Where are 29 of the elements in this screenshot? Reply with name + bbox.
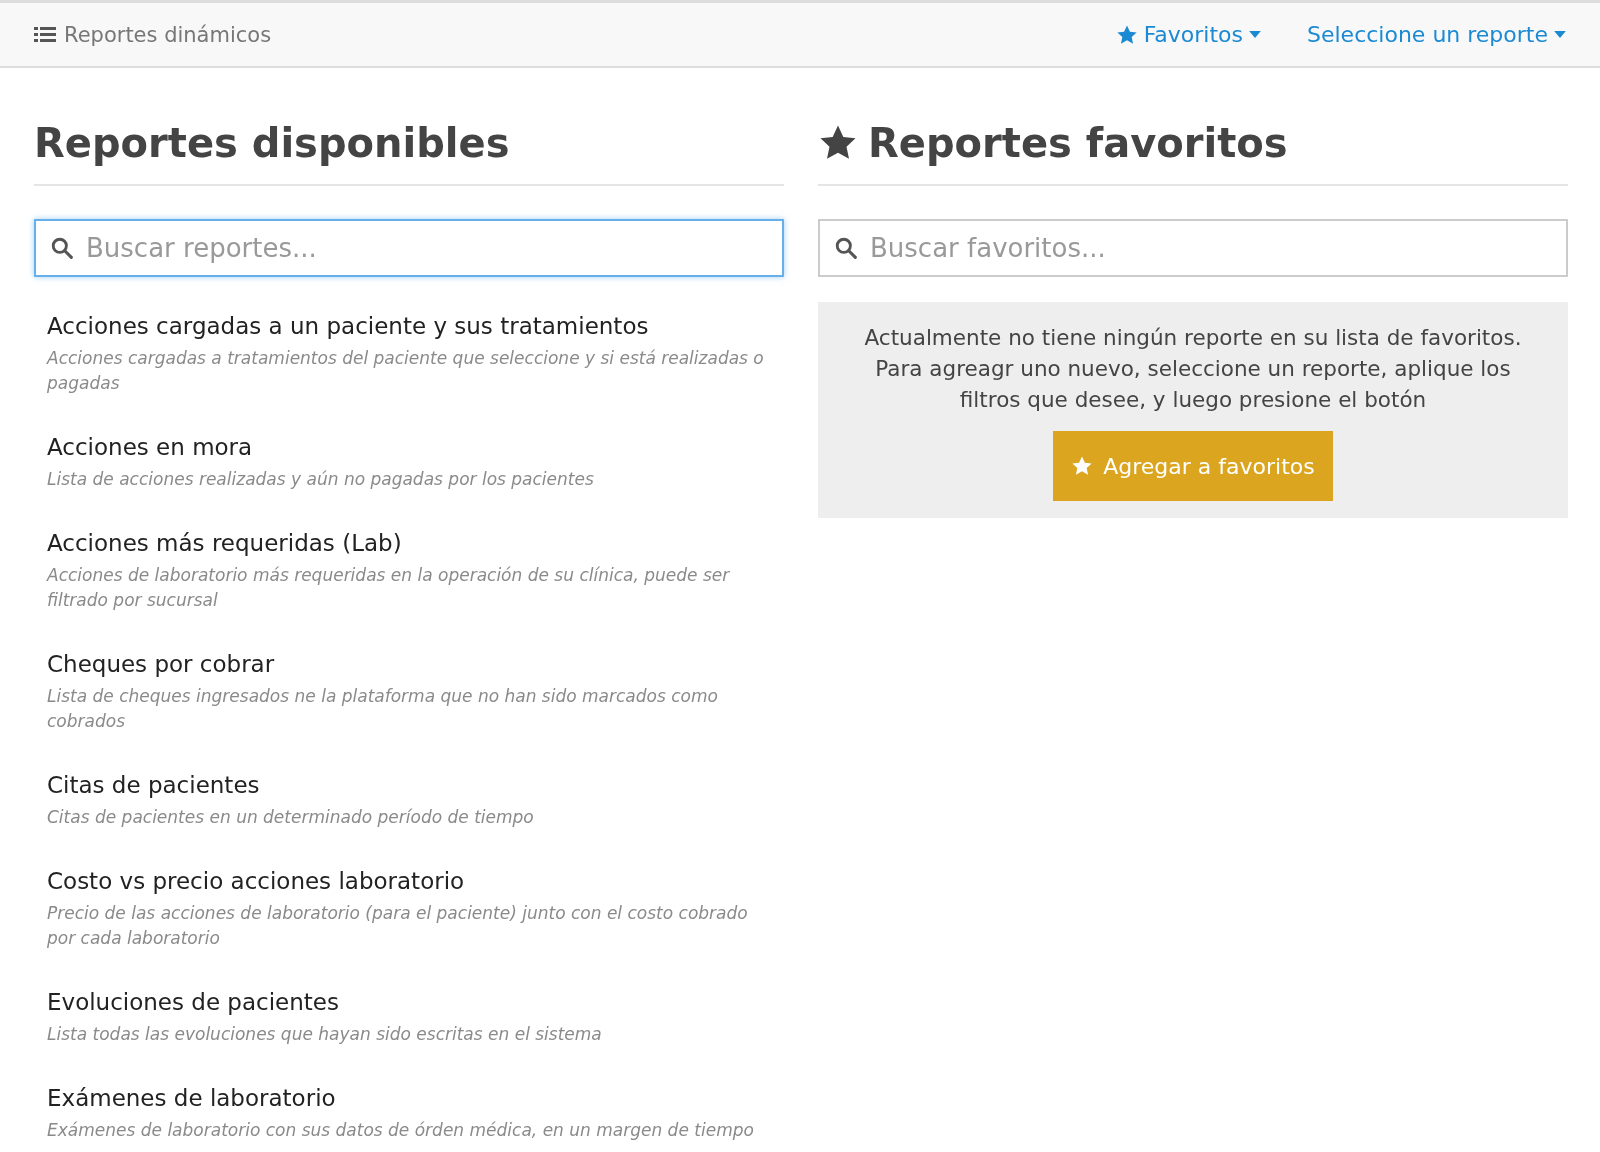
report-title[interactable]: Exámenes de laboratorio: [47, 1085, 336, 1111]
star-icon: [1071, 455, 1094, 477]
report-title[interactable]: Costo vs precio acciones laboratorio: [47, 868, 465, 894]
app-title: Reportes dinámicos: [64, 22, 272, 47]
report-title[interactable]: Acciones cargadas a un paciente y sus tratamientos: [47, 313, 649, 339]
report-description: Acciones de laboratorio más requeridas en la operación de su clínica, puede ser filtrado por sucursal: [47, 564, 731, 612]
report-select-menu[interactable]: Seleccione un reporte: [1307, 22, 1566, 47]
report-description: Acciones cargadas a tratamientos del paciente que seleccione y si está realizadas o pagadas: [47, 347, 765, 395]
report-title[interactable]: Acciones más requeridas (Lab): [47, 530, 402, 556]
report-description: Lista de cheques ingresados ne la plataforma que no han sido marcados como cobrados: [47, 685, 719, 733]
star-icon: [1115, 23, 1138, 46]
report-title[interactable]: Citas de pacientes: [47, 772, 260, 798]
section-heading: Reportes favoritos: [868, 120, 1288, 166]
report-description: Citas de pacientes en un determinado período de tiempo: [47, 806, 535, 829]
report-description: Lista todas las evoluciones que hayan sido escritas en el sistema: [47, 1023, 603, 1046]
caret-icon: [1249, 31, 1261, 38]
report-title[interactable]: Evoluciones de pacientes: [47, 989, 339, 1015]
report-title[interactable]: Acciones en mora: [47, 434, 253, 460]
section-heading: Reportes disponibles: [34, 120, 510, 166]
favorites-menu[interactable]: Favoritos: [1115, 22, 1261, 47]
list-icon: [34, 25, 56, 44]
report-description: Lista de acciones realizadas y aún no pagadas por los pacientes: [47, 468, 595, 491]
caret-icon: [1554, 31, 1566, 38]
favorites-search-field[interactable]: Buscar favoritos...: [818, 219, 1568, 277]
report-search-field[interactable]: Buscar reportes...: [34, 219, 784, 277]
empty-message: Actualmente no tiene ningún reporte en su lista de favoritos. Para agreagr uno nuevo, seleccione un reporte, aplique los filtros que desee, y luego presione el botón: [863, 324, 1523, 414]
report-title[interactable]: Cheques por cobrar: [47, 651, 275, 677]
report-description: Precio de las acciones de laboratorio (para el paciente) junto con el costo cobrado por cada laboratorio: [47, 902, 749, 950]
report-description: Exámenes de laboratorio con sus datos de órden médica, en un margen de tiempo: [47, 1119, 755, 1142]
